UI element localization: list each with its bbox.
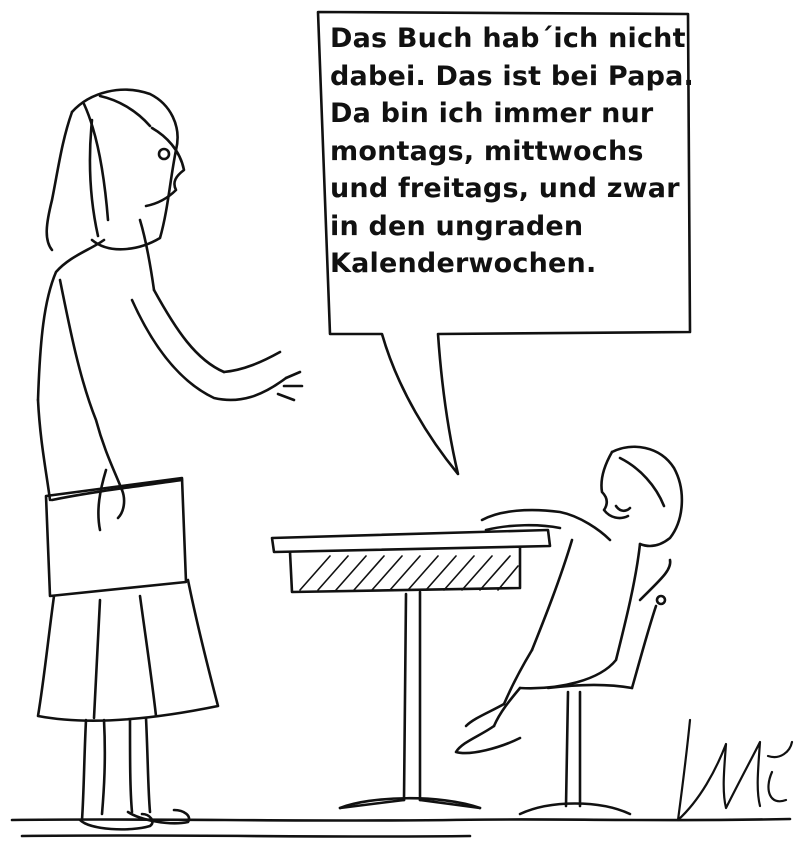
speech-line: montags, mittwochs [330, 135, 644, 167]
speech-bubble-text: Das Buch hab´ich nicht dabei. Das ist be… [330, 20, 695, 283]
child-figure [454, 445, 684, 816]
school-desk [270, 528, 552, 810]
teacher-folder [44, 476, 188, 598]
floor-line [20, 834, 472, 838]
speech-line: und freitags, und zwar [330, 173, 680, 204]
floor-line [10, 817, 792, 822]
teacher-figure [36, 88, 304, 831]
speech-line: Da bin ich immer nur [330, 98, 654, 129]
speech-line: dabei. Das ist bei Papa. [330, 60, 695, 92]
child-chair [546, 683, 634, 690]
desk-hatching [299, 555, 519, 591]
artist-signature [676, 718, 794, 822]
speech-line: Das Buch hab´ich nicht [330, 23, 686, 54]
speech-line: in den ungraden [330, 210, 584, 242]
speech-line: Kalenderwochen. [330, 248, 597, 279]
cartoon-panel: Das Buch hab´ich nicht dabei. Das ist be… [0, 0, 800, 858]
